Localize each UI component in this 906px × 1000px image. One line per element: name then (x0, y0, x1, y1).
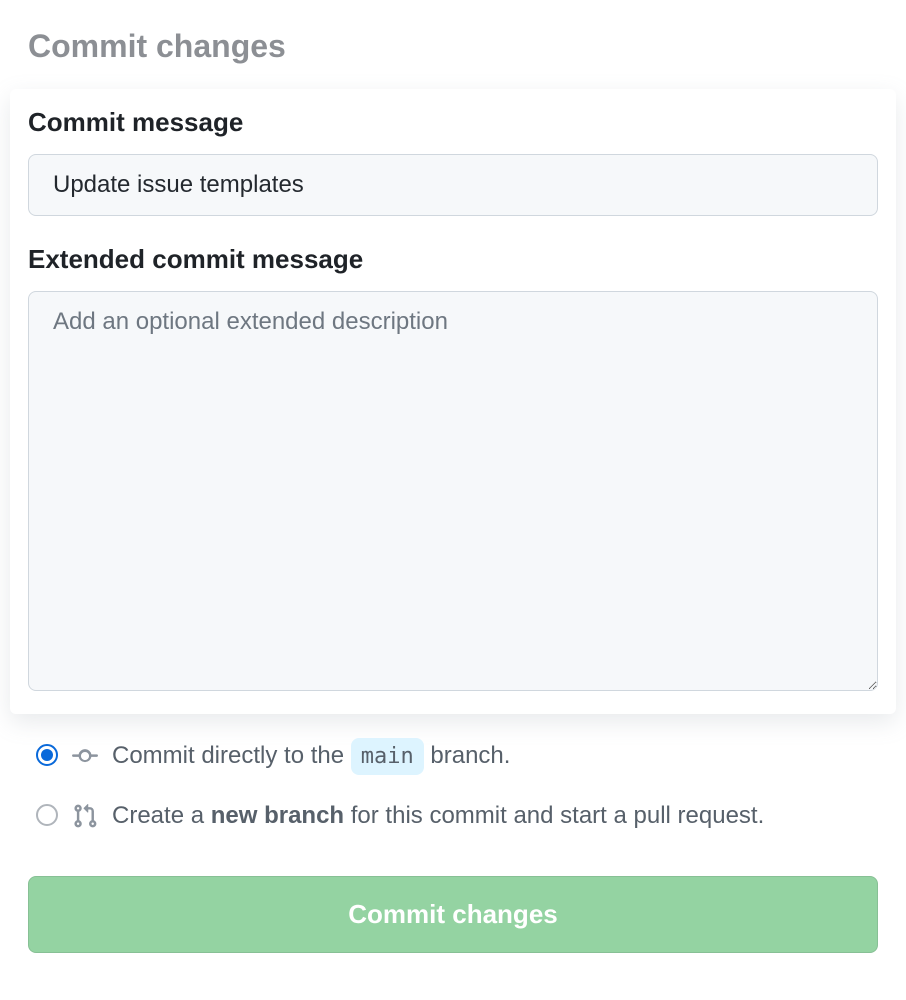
option-commit-direct-text: Commit directly to the main branch. (112, 738, 870, 775)
git-pull-request-icon (72, 803, 98, 840)
extended-message-textarea[interactable] (28, 291, 878, 691)
option-new-branch[interactable]: Create a new branch for this commit and … (36, 798, 870, 840)
page-title: Commit changes (28, 28, 878, 65)
commit-changes-button[interactable]: Commit changes (28, 876, 878, 953)
branch-options: Commit directly to the main branch. Crea… (28, 738, 878, 840)
extended-message-label: Extended commit message (28, 244, 878, 275)
git-commit-icon (72, 743, 98, 780)
option-newbranch-bold: new branch (211, 802, 344, 829)
option-direct-suffix: branch. (430, 742, 510, 769)
option-newbranch-prefix: Create a (112, 802, 211, 829)
commit-message-input[interactable] (28, 154, 878, 216)
commit-message-card: Commit message Extended commit message (10, 89, 896, 714)
option-commit-direct[interactable]: Commit directly to the main branch. (36, 738, 870, 780)
radio-new-branch[interactable] (36, 804, 58, 826)
radio-commit-direct[interactable] (36, 744, 58, 766)
commit-message-label: Commit message (28, 107, 878, 138)
option-newbranch-suffix: for this commit and start a pull request… (351, 802, 765, 829)
branch-name-pill: main (351, 738, 424, 775)
option-new-branch-text: Create a new branch for this commit and … (112, 798, 870, 834)
option-direct-prefix: Commit directly to the (112, 742, 351, 769)
